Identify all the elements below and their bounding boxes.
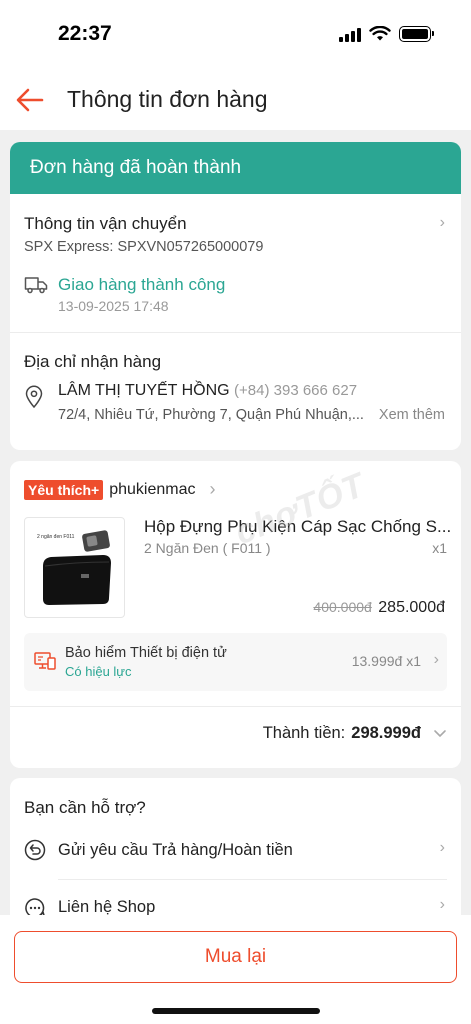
insurance-status: Có hiệu lực [65,664,132,679]
total-value: 298.999đ [351,724,421,742]
chevron-right-icon: › [439,214,445,231]
product-quantity: x1 [432,540,447,556]
recipient-name: LÂM THỊ TUYẾT HỒNG [58,382,230,399]
recipient-phone: (+84) 393 666 627 [234,382,358,399]
location-pin-icon [25,385,43,409]
device-insurance-icon [34,652,56,670]
insurance-price-line: 13.999đ x1 [352,653,421,669]
insurance-row[interactable]: Bảo hiểm Thiết bị điện tử Có hiệu lực 13… [24,633,447,691]
product-image [43,530,111,605]
sale-price: 285.000đ [378,599,445,616]
original-price: 400.000đ [313,599,372,615]
shipping-info-section[interactable]: Thông tin vận chuyển › SPX Express: SPXV… [10,194,461,332]
status-time: 22:37 [58,22,112,45]
chevron-right-icon: › [209,479,216,499]
see-more-link[interactable]: Xem thêm [379,407,445,423]
price-line: 400.000đ 285.000đ [313,599,445,617]
chevron-right-icon: › [433,651,439,668]
status-bar: 22:37 [0,0,471,70]
buy-again-button[interactable]: Mua lại [14,931,457,983]
product-thumbnail[interactable]: 2 ngăn đen F011 [24,517,125,618]
insurance-title: Bảo hiểm Thiết bị điện tử [65,645,227,661]
home-indicator [152,1008,320,1014]
address-title: Địa chỉ nhận hàng [24,352,162,371]
header: Thông tin đơn hàng [0,70,471,130]
recipient-line: LÂM THỊ TUYẾT HỒNG (+84) 393 666 627 [58,382,357,400]
delivery-status: Giao hàng thành công [58,275,226,294]
battery-icon [399,26,434,42]
product-card: Yêu thích+ phukienmac › 2 ngăn đen F011 … [10,461,461,768]
order-total-row[interactable]: Thành tiền: 298.999đ [263,724,447,743]
order-status-banner: Đơn hàng đã hoàn thành [10,142,461,194]
chevron-down-icon [434,729,446,737]
support-card: Bạn cần hỗ trợ? Gửi yêu cầu Trả hàng/Hoà… [10,778,461,928]
page-title: Thông tin đơn hàng [67,86,268,112]
delivery-truck-icon [24,277,48,294]
shop-header[interactable]: Yêu thích+ phukienmac › [24,479,215,500]
insurance-price: 13.999đ [351,653,403,669]
return-refund-row[interactable]: Gửi yêu cầu Trả hàng/Hoàn tiền › [10,833,461,878]
wifi-icon [369,26,391,41]
support-title: Bạn cần hỗ trợ? [24,798,146,817]
address-detail: 72/4, Nhiêu Tứ, Phường 7, Quận Phú Nhuận… [58,407,364,423]
shop-name: phukienmac [109,480,196,498]
footer-bar: Mua lại [0,915,471,1024]
back-arrow-icon[interactable] [14,84,46,116]
cellular-signal-icon [339,26,361,42]
return-refund-label: Gửi yêu cầu Trả hàng/Hoàn tiền [58,841,293,859]
shipping-title: Thông tin vận chuyển [24,214,187,233]
shipping-carrier: SPX Express: SPXVN057265000079 [24,239,264,255]
order-info-card: Đơn hàng đã hoàn thành Thông tin vận chu… [10,142,461,450]
status-icons [339,26,434,42]
chevron-right-icon: › [439,896,445,913]
address-section: Địa chỉ nhận hàng LÂM THỊ TUYẾT HỒNG (+8… [10,333,461,450]
divider [10,706,461,707]
delivery-datetime: 13-09-2025 17:48 [58,298,169,314]
favorite-plus-badge: Yêu thích+ [24,479,104,500]
return-arrow-icon [24,839,46,861]
divider [58,879,447,880]
insurance-quantity: x1 [406,653,421,669]
total-label: Thành tiền: [262,724,346,742]
chevron-right-icon: › [439,839,445,856]
